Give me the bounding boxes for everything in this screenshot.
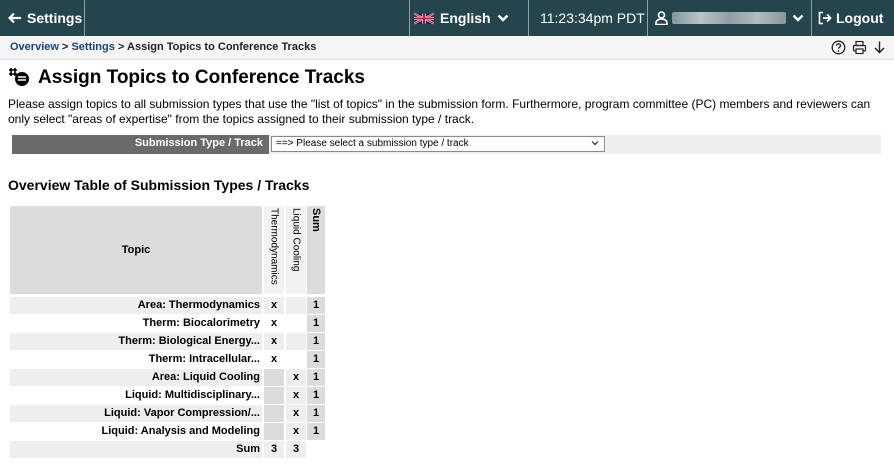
assignment-cell: x <box>264 333 284 350</box>
topic-row-label: Liquid: Multidisciplinary... <box>10 387 262 404</box>
row-sum-cell: 1 <box>307 351 325 368</box>
column-header-label: Thermodynamics <box>268 208 280 285</box>
row-sum-cell: 1 <box>307 369 325 386</box>
breadcrumb-settings-link[interactable]: Settings <box>71 41 114 53</box>
sum-row-label: Sum <box>10 441 262 458</box>
divider <box>409 0 410 36</box>
column-sum-cell: 3 <box>286 441 306 458</box>
submission-type-label: Submission Type / Track <box>12 135 269 154</box>
print-icon[interactable] <box>852 40 867 55</box>
assignment-cell: x <box>286 405 306 422</box>
row-sum-cell: 1 <box>307 297 325 314</box>
current-time: 11:23:34pm PDT <box>540 10 645 26</box>
settings-link-label: Settings <box>27 10 83 26</box>
help-icon[interactable] <box>831 40 846 55</box>
submission-type-select[interactable]: ==> Please select a submission type / tr… <box>271 136 605 152</box>
chevron-down-icon <box>497 14 508 22</box>
assignment-cell <box>286 315 306 332</box>
column-header-liquid-cooling: Liquid Cooling <box>286 206 306 294</box>
assignment-cell <box>264 405 284 422</box>
chevron-down-icon <box>792 14 804 22</box>
assignment-cell <box>264 423 284 440</box>
assignment-cell <box>286 333 306 350</box>
topic-row-label: Liquid: Vapor Compression/... <box>10 405 262 422</box>
logout-icon <box>818 11 832 25</box>
arrow-down-icon[interactable] <box>873 40 886 55</box>
language-label: English <box>440 10 491 26</box>
column-sum-cell: 3 <box>264 441 284 458</box>
overview-table-title: Overview Table of Submission Types / Tra… <box>8 177 310 193</box>
top-navigation-bar: Settings English 11:23:34pm PDT Logout <box>0 0 894 36</box>
uk-flag-icon <box>414 12 434 24</box>
column-header-thermodynamics: Thermodynamics <box>264 206 284 294</box>
breadcrumb-current: Assign Topics to Conference Tracks <box>127 41 317 53</box>
topic-column-header: Topic <box>10 206 262 294</box>
assignment-cell: x <box>286 387 306 404</box>
topic-row-label: Therm: Intracellular... <box>10 351 262 368</box>
row-sum-cell: 1 <box>307 423 325 440</box>
divider <box>528 0 529 36</box>
assignment-cell <box>264 369 284 386</box>
topic-row-label: Therm: Biocalorimetry <box>10 315 262 332</box>
breadcrumb-separator: > <box>114 41 128 53</box>
breadcrumb-overview-link[interactable]: Overview <box>10 41 59 53</box>
logout-button[interactable]: Logout <box>818 0 883 36</box>
language-dropdown[interactable]: English <box>414 0 509 36</box>
assignment-cell: x <box>286 423 306 440</box>
assignment-cell: x <box>264 297 284 314</box>
breadcrumb: Overview > Settings > Assign Topics to C… <box>0 36 894 60</box>
breadcrumb-separator: > <box>58 41 72 53</box>
submission-type-form-row: Submission Type / Track ==> Please selec… <box>12 135 881 154</box>
arrow-left-icon <box>8 12 21 24</box>
assignment-cell: x <box>264 315 284 332</box>
topic-row-label: Liquid: Analysis and Modeling <box>10 423 262 440</box>
assignment-cell: x <box>264 351 284 368</box>
assignment-cell <box>264 387 284 404</box>
topic-tracks-icon <box>9 68 29 86</box>
user-menu-dropdown[interactable] <box>655 0 804 36</box>
assignment-cell: x <box>286 369 306 386</box>
assignment-cell <box>286 297 306 314</box>
back-to-settings-link[interactable]: Settings <box>8 0 82 36</box>
page-title: Assign Topics to Conference Tracks <box>38 67 365 88</box>
divider <box>647 0 648 36</box>
row-sum-cell: 1 <box>307 333 325 350</box>
user-icon <box>655 11 668 25</box>
sum-column-header: Sum <box>307 206 325 294</box>
topic-row-label: Therm: Biological Energy... <box>10 333 262 350</box>
divider <box>84 0 85 36</box>
row-sum-cell: 1 <box>307 387 325 404</box>
topic-row-label: Area: Liquid Cooling <box>10 369 262 386</box>
sum-header-label: Sum <box>310 208 322 232</box>
column-header-label: Liquid Cooling <box>290 208 302 272</box>
row-sum-cell: 1 <box>307 405 325 422</box>
assignment-cell <box>286 351 306 368</box>
logout-label: Logout <box>836 10 884 26</box>
chevron-down-icon <box>591 141 599 146</box>
topic-row-label: Area: Thermodynamics <box>10 297 262 314</box>
intro-text: Please assign topics to all submission t… <box>8 97 871 126</box>
submission-type-select-value: ==> Please select a submission type / tr… <box>276 138 469 149</box>
redacted-username <box>672 12 786 24</box>
row-sum-cell: 1 <box>307 315 325 332</box>
divider <box>811 0 812 36</box>
